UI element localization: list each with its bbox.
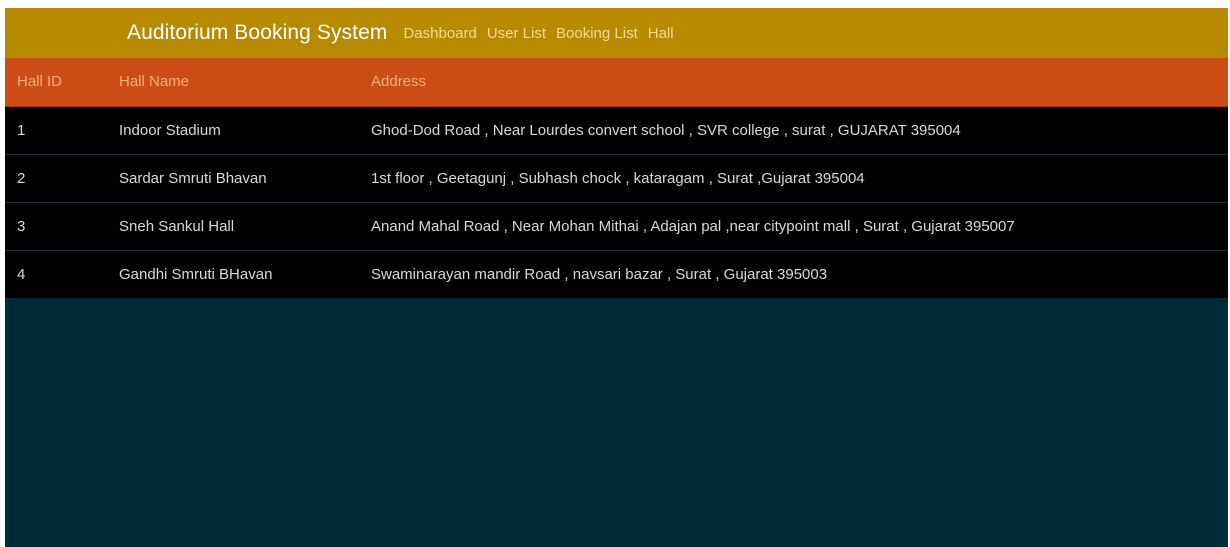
hall-name-cell: Sardar Smruti Bhavan (107, 154, 359, 203)
table-row: 2 Sardar Smruti Bhavan 1st floor , Geeta… (5, 154, 1228, 203)
hall-table: Hall ID Hall Name Address 1 Indoor Stadi… (5, 58, 1228, 298)
hall-id-cell: 4 (17, 265, 26, 283)
table-header: Hall ID Hall Name Address (5, 58, 1228, 107)
nav-link-hall[interactable]: Hall (648, 25, 674, 42)
brand-title[interactable]: Auditorium Booking System (127, 21, 387, 45)
hall-address-cell: Ghod-Dod Road , Near Lourdes convert sch… (359, 106, 1228, 155)
hall-name-cell: Sneh Sankul Hall (107, 202, 359, 251)
hall-id-cell: 2 (5, 154, 107, 203)
table-header-row: Hall ID Hall Name Address (5, 58, 1228, 107)
hall-id-cell: 3 (5, 202, 107, 251)
hall-address-cell: Anand Mahal Road , Near Mohan Mithai , A… (359, 202, 1228, 251)
column-header-hall-id: Hall ID (5, 58, 107, 107)
nav-link-user-list[interactable]: User List (487, 25, 546, 42)
column-header-address: Address (359, 58, 1228, 107)
column-header-hall-name: Hall Name (107, 58, 359, 107)
hall-id-cell: 1 (5, 106, 107, 155)
table-row: 1 Indoor Stadium Ghod-Dod Road , Near Lo… (5, 106, 1228, 155)
top-navbar: Auditorium Booking System Dashboard User… (5, 8, 1228, 58)
hall-address-cell: Swaminarayan mandir Road , navsari bazar… (371, 265, 828, 283)
hall-name-cell: Indoor Stadium (107, 106, 359, 155)
app-frame: Auditorium Booking System Dashboard User… (5, 8, 1228, 547)
table-body: 1 Indoor Stadium Ghod-Dod Road , Near Lo… (5, 106, 1228, 298)
nav-link-dashboard[interactable]: Dashboard (403, 25, 476, 42)
table-row: 4 Gandhi Smruti BHavan Swaminarayan mand… (5, 250, 1228, 298)
nav-link-booking-list[interactable]: Booking List (556, 25, 638, 42)
hall-name-cell: Gandhi Smruti BHavan (119, 265, 273, 283)
hall-address-cell: 1st floor , Geetagunj , Subhash chock , … (359, 154, 1228, 203)
table-row: 3 Sneh Sankul Hall Anand Mahal Road , Ne… (5, 202, 1228, 251)
